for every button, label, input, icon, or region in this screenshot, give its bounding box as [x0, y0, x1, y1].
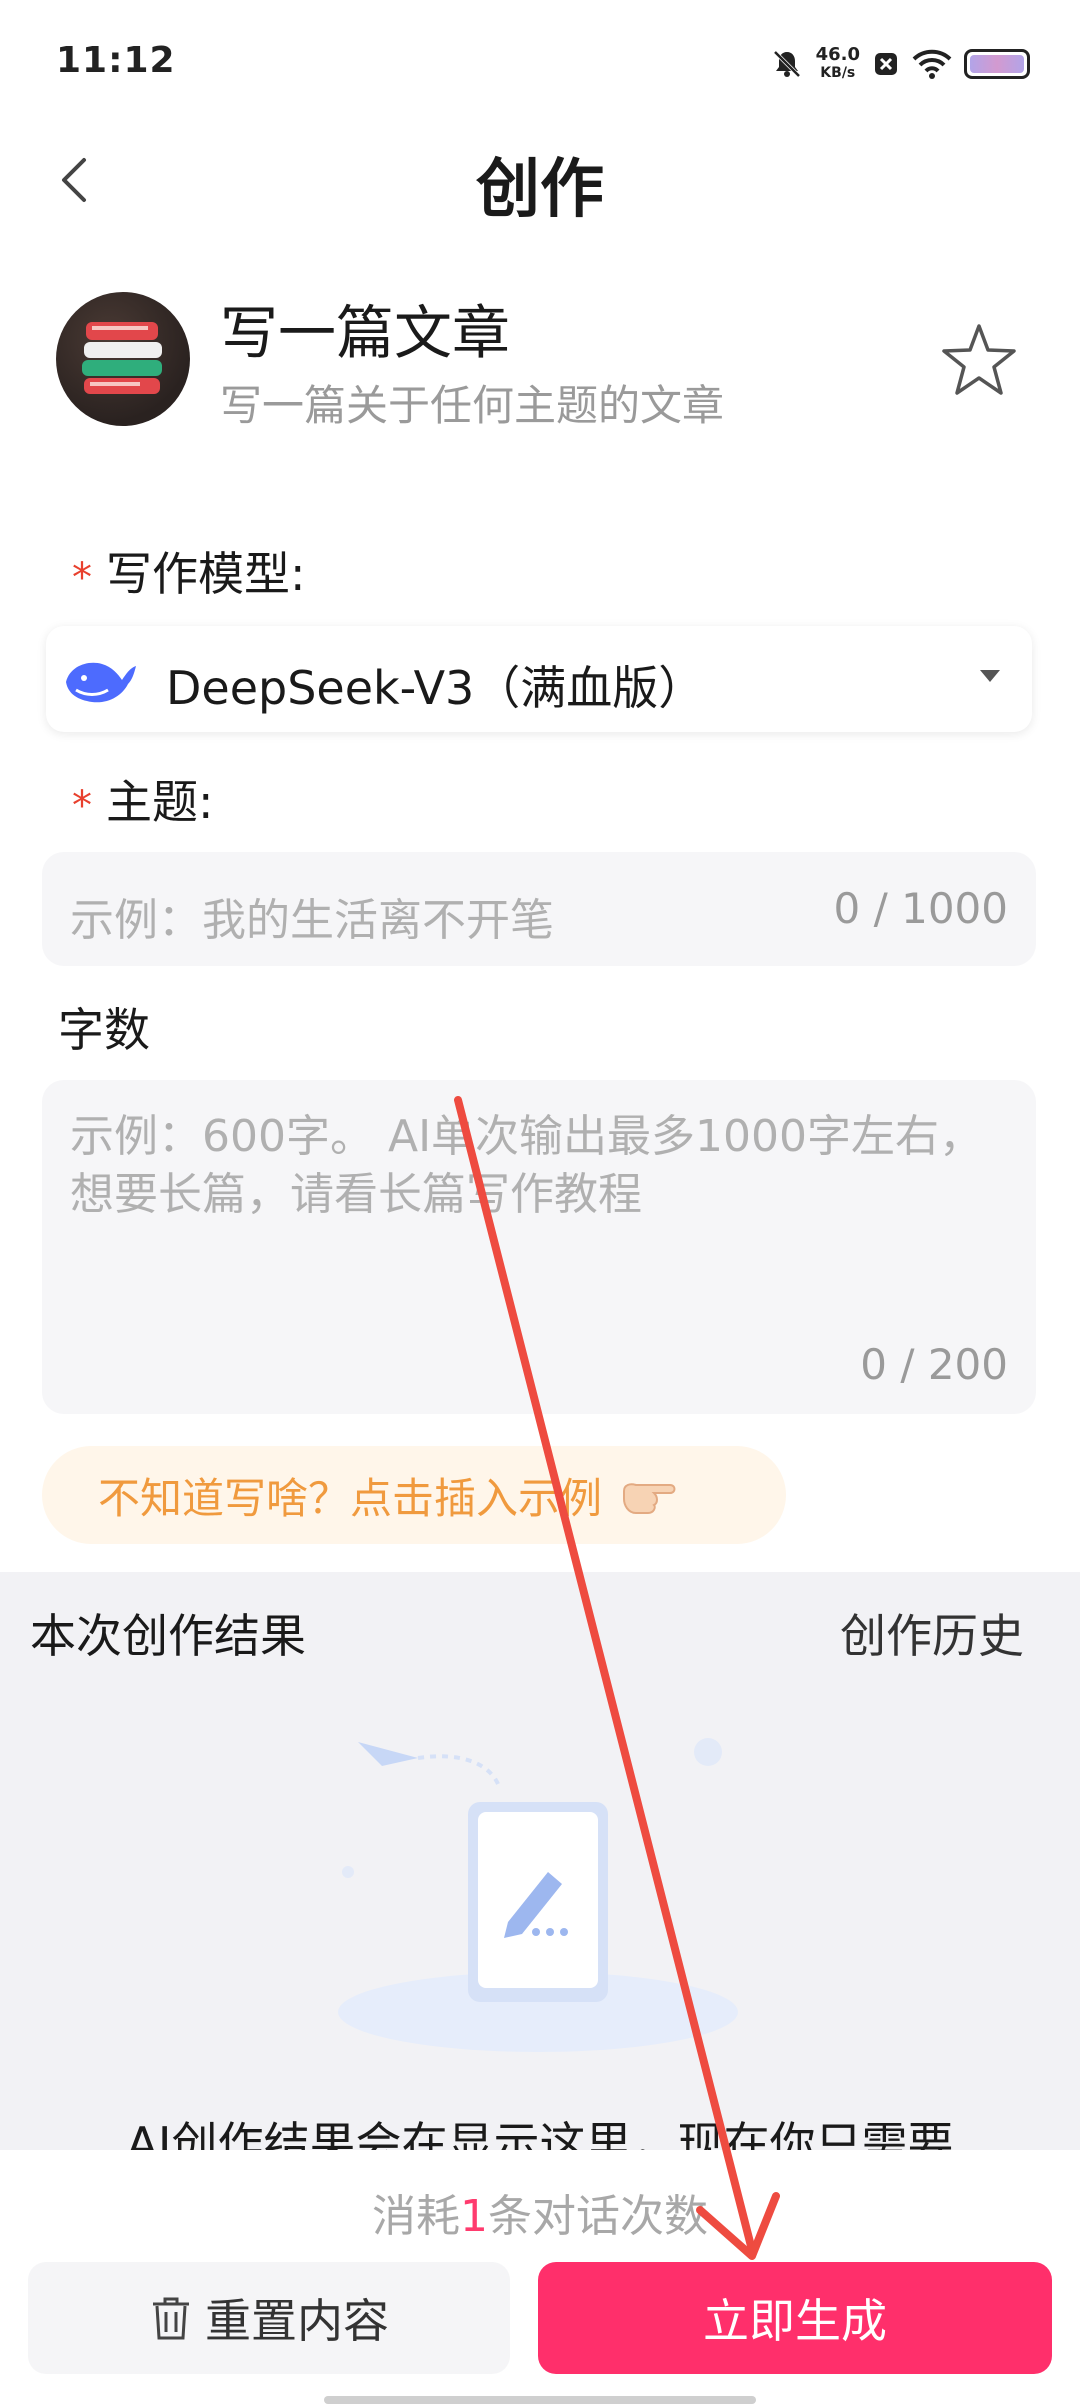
mute-bell-icon [773, 50, 800, 78]
words-placeholder: 示例：600字。 AI单次输出最多1000字左右，想要长篇，请看长篇写作教程 [70, 1111, 984, 1220]
cost-number: 1 [460, 2191, 488, 2242]
sim-off-icon [875, 53, 897, 75]
home-indicator[interactable] [324, 2396, 756, 2404]
battery-icon [964, 49, 1030, 79]
topic-label: * 主题: [72, 775, 214, 829]
wifi-icon [912, 49, 952, 79]
pen-doc-illustration [338, 1738, 738, 2052]
required-mark: * [72, 782, 92, 829]
reset-label: 重置内容 [205, 2294, 389, 2348]
whale-logo-icon [66, 662, 136, 703]
history-link[interactable]: 创作历史 [840, 1600, 1024, 1666]
reset-button[interactable]: 重置内容 [28, 2262, 510, 2374]
words-char-counter: 0 / 200 [860, 1340, 1008, 1389]
generate-button[interactable]: 立即生成 [538, 2262, 1052, 2374]
generate-label: 立即生成 [703, 2294, 887, 2348]
tool-description: 写一篇关于任何主题的文章 [220, 381, 725, 430]
screen: 11:12 46.0 KB/s 创作 写一篇文章 写一篇关于任何主题的文章 * … [0, 0, 1080, 2408]
result-title: 本次创作结果 [30, 1609, 306, 1663]
page-title: 创作 [476, 153, 604, 227]
pointing-hand-icon [623, 1483, 676, 1514]
insert-example-button[interactable]: 不知道写啥？点击插入示例 [42, 1446, 786, 1544]
favorite-star-button[interactable] [936, 318, 1022, 404]
trash-icon [153, 2297, 189, 2340]
topic-char-counter: 0 / 1000 [833, 884, 1008, 933]
topic-placeholder: 示例：我的生活离不开笔 [70, 895, 554, 946]
star-icon [942, 324, 1016, 395]
example-chip-label: 不知道写啥？点击插入示例 [98, 1473, 603, 1523]
net-speed: 46.0 KB/s [815, 44, 860, 82]
required-mark: * [72, 554, 92, 601]
words-label: 字数 [58, 1003, 150, 1057]
cost-text: 消耗1条对话次数 [372, 2191, 708, 2242]
model-label: * 写作模型: [72, 547, 306, 601]
status-time: 11:12 [56, 40, 176, 81]
model-value: DeepSeek-V3（满血版） [166, 661, 705, 715]
status-icons: 46.0 KB/s [770, 36, 1030, 92]
dropdown-caret-icon [980, 670, 1000, 682]
books-avatar-icon [56, 292, 190, 426]
tool-title: 写一篇文章 [220, 299, 511, 367]
